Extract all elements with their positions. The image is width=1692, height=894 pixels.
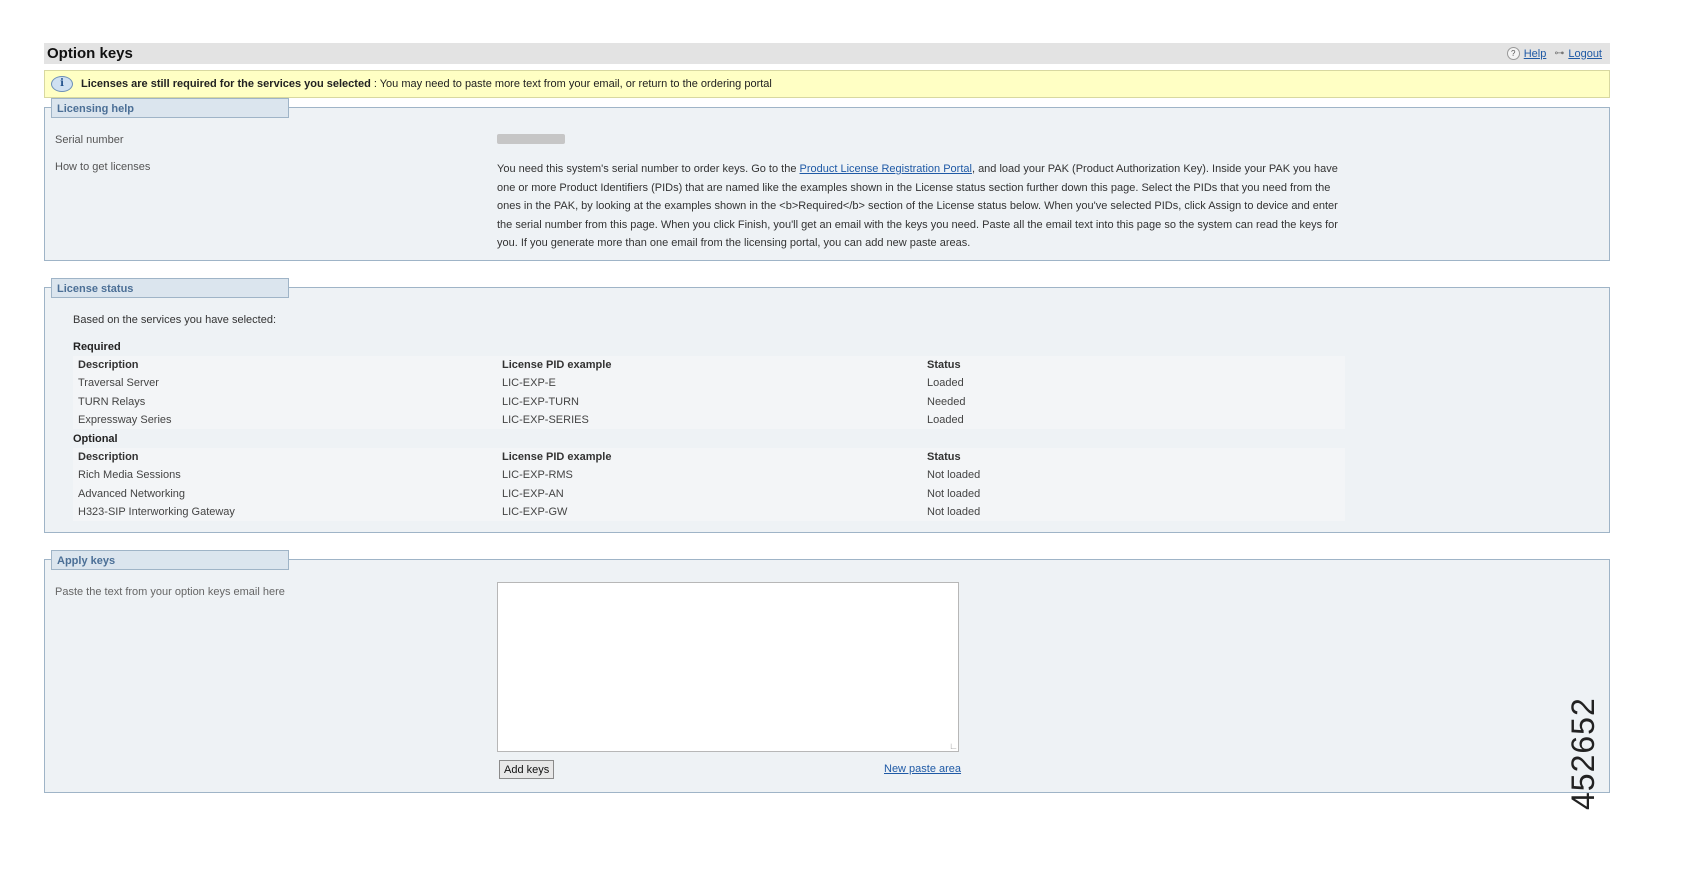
table-row: TURN Relays LIC-EXP-TURN Needed [73, 393, 1345, 411]
header-bar: Option keys ? Help ⊶ Logout [44, 43, 1610, 64]
alert-text: : You may need to paste more text from y… [373, 78, 772, 90]
row-status: Loaded [927, 377, 964, 390]
new-paste-area-link[interactable]: New paste area [884, 763, 961, 775]
row-status: Not loaded [927, 506, 981, 519]
add-keys-button[interactable]: Add keys [499, 760, 555, 779]
row-status-needed: Needed [927, 395, 966, 408]
col-description: Description [78, 451, 139, 464]
row-pid: LIC-EXP-TURN [502, 395, 580, 408]
option-keys-page: Option keys ? Help ⊶ Logout i Licenses a… [44, 43, 1610, 793]
apply-keys-section: Apply keys Paste the text from your opti… [44, 550, 1610, 793]
row-description: Expressway Series [78, 414, 172, 427]
help-link[interactable]: Help [1524, 48, 1547, 60]
option-keys-paste-area[interactable] [497, 582, 959, 752]
licensing-help-text: You need this system's serial number to … [497, 160, 1347, 253]
table-row: Rich Media Sessions LIC-EXP-RMS Not load… [73, 466, 1345, 484]
col-pid: License PID example [502, 451, 612, 464]
info-icon: i [51, 76, 73, 92]
col-pid: License PID example [502, 359, 612, 372]
help-icon: ? [1506, 47, 1520, 60]
portal-link[interactable]: Product License Registration Portal [800, 163, 972, 175]
help-text-part2: , and load your PAK (Product Authorizati… [497, 163, 1338, 249]
col-status: Status [927, 359, 961, 372]
row-status: Not loaded [927, 487, 981, 500]
header-links: ? Help ⊶ Logout [1506, 47, 1602, 60]
apply-keys-legend: Apply keys [51, 550, 289, 570]
col-description: Description [78, 359, 139, 372]
row-pid: LIC-EXP-GW [502, 506, 568, 519]
row-description: Advanced Networking [78, 487, 186, 500]
based-on-text: Based on the services you have selected: [73, 314, 277, 326]
serial-number-value [497, 134, 565, 144]
page-title: Option keys [47, 45, 133, 62]
row-description: H323-SIP Interworking Gateway [78, 506, 235, 519]
how-to-get-licenses-label: How to get licenses [55, 161, 151, 173]
optional-label: Optional [73, 433, 118, 445]
row-status: Loaded [927, 414, 964, 427]
license-status-section: License status Based on the services you… [44, 278, 1610, 533]
licensing-help-legend: Licensing help [51, 98, 289, 118]
licensing-help-section: Licensing help Serial number How to get … [44, 98, 1610, 261]
logout-link[interactable]: Logout [1568, 48, 1602, 60]
help-text-part1: You need this system's serial number to … [497, 163, 800, 175]
logout-icon: ⊶ [1554, 48, 1565, 59]
row-description: TURN Relays [78, 395, 146, 408]
row-pid: LIC-EXP-SERIES [502, 414, 589, 427]
row-pid: LIC-EXP-RMS [502, 469, 573, 482]
col-status: Status [927, 451, 961, 464]
row-pid: LIC-EXP-AN [502, 487, 564, 500]
table-row: Expressway Series LIC-EXP-SERIES Loaded [73, 411, 1345, 429]
row-status: Not loaded [927, 469, 981, 482]
table-row: Traversal Server LIC-EXP-E Loaded [73, 374, 1345, 392]
license-status-legend: License status [51, 278, 289, 298]
optional-header-row: Description License PID example Status [73, 448, 1345, 466]
license-alert: i Licenses are still required for the se… [44, 70, 1610, 98]
table-row: H323-SIP Interworking Gateway LIC-EXP-GW… [73, 503, 1345, 521]
paste-label: Paste the text from your option keys ema… [55, 586, 285, 598]
row-description: Rich Media Sessions [78, 469, 181, 482]
required-header-row: Description License PID example Status [73, 356, 1345, 374]
required-label: Required [73, 341, 121, 353]
figure-number: 452652 [1565, 697, 1601, 810]
alert-bold-text: Licenses are still required for the serv… [81, 78, 371, 90]
row-pid: LIC-EXP-E [502, 377, 556, 390]
resize-grip-icon[interactable]: ∟ [949, 742, 958, 751]
row-description: Traversal Server [78, 377, 159, 390]
serial-number-label: Serial number [55, 134, 124, 146]
required-table: Description License PID example Status T… [73, 356, 1345, 430]
table-row: Advanced Networking LIC-EXP-AN Not loade… [73, 485, 1345, 503]
optional-table: Description License PID example Status R… [73, 448, 1345, 522]
